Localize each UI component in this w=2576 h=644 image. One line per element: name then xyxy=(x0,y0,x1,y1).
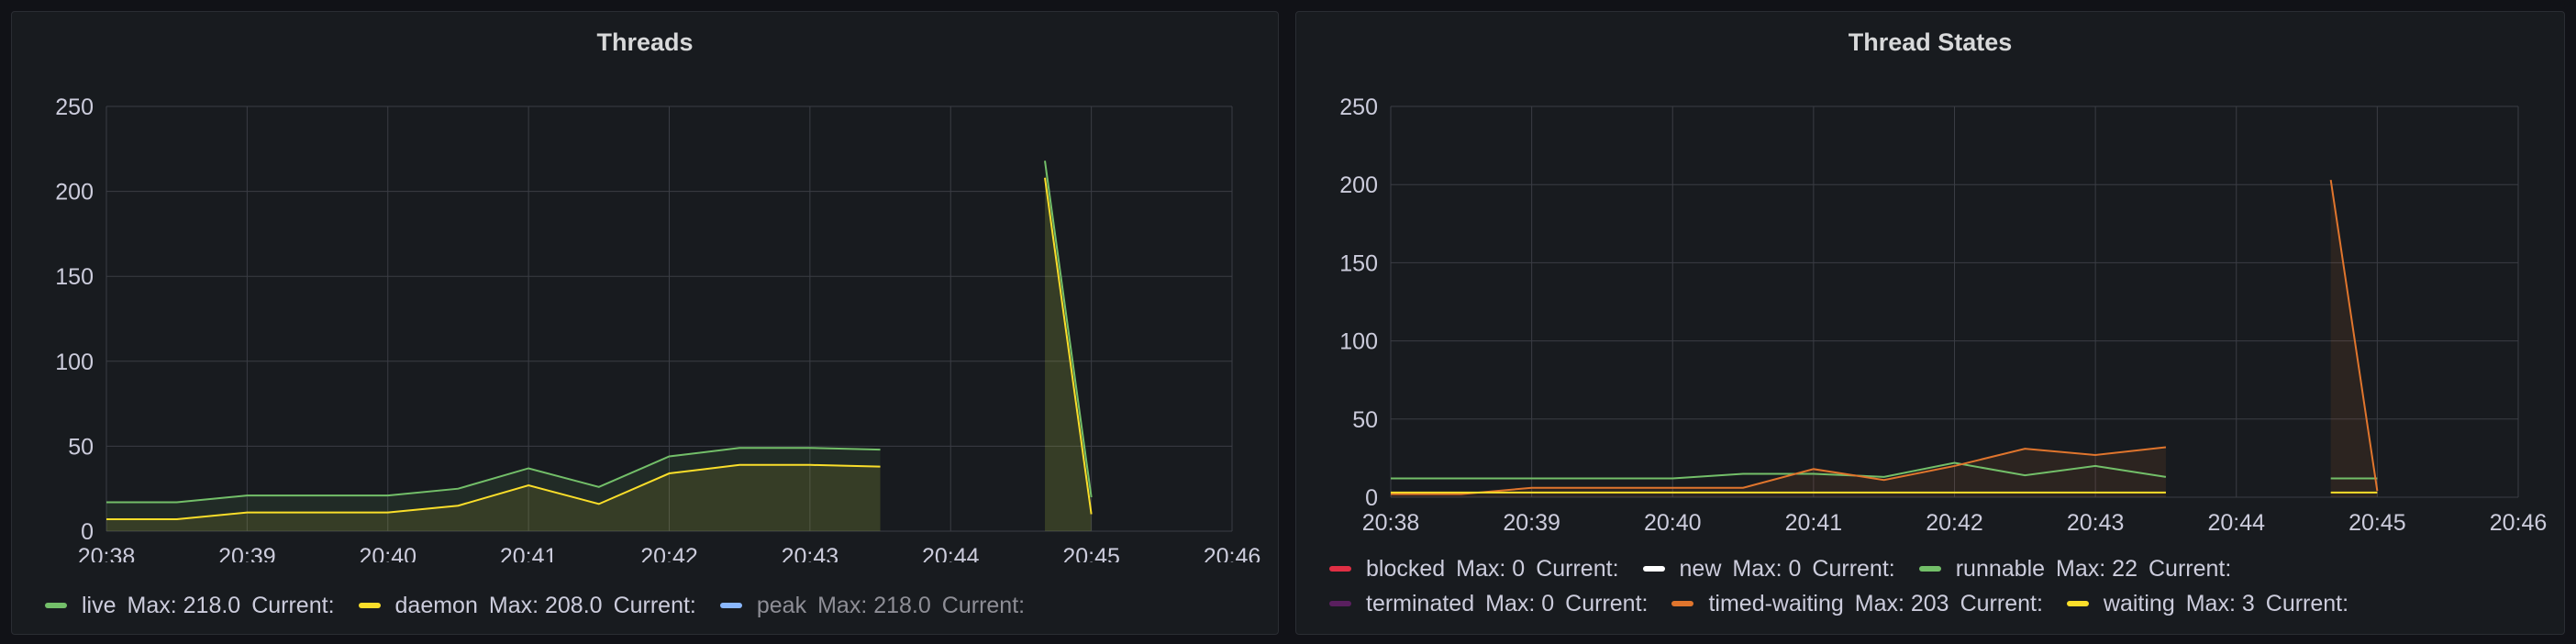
legend-swatch xyxy=(2066,601,2089,606)
legend-max: Max: 0 xyxy=(1456,556,1526,582)
legend-swatch xyxy=(1329,566,1351,572)
legend-swatch xyxy=(358,603,381,608)
legend-series-name: new xyxy=(1679,556,1722,582)
legend-swatch xyxy=(1671,601,1694,606)
threads-panel[interactable]: Threads 0 50 100 150 200 250 20:38 20:39 20:40 20… xyxy=(11,11,1279,635)
legend-current: Current: xyxy=(2265,591,2349,616)
legend-max: Max: 3 xyxy=(2185,591,2255,616)
y-tick-label: 100 xyxy=(55,350,94,375)
legend-current: Current: xyxy=(251,593,335,618)
legend-item-peak[interactable]: peak Max: 218.0 Current: xyxy=(719,588,1026,623)
legend-current: Current: xyxy=(1960,591,2043,616)
legend-max: Max: 0 xyxy=(1485,591,1555,616)
y-tick-label: 100 xyxy=(1339,329,1378,355)
x-tick-label: 20:41 xyxy=(500,544,558,562)
x-tick-label: 20:43 xyxy=(782,544,839,562)
legend-current: Current: xyxy=(2148,556,2232,582)
x-tick-label: 20:44 xyxy=(922,544,980,562)
legend-item-daemon[interactable]: daemon Max: 208.0 Current: xyxy=(358,588,696,623)
y-tick-label: 200 xyxy=(55,180,94,205)
legend-current: Current: xyxy=(1812,556,1895,582)
legend-item-new[interactable]: new Max: 0 Current: xyxy=(1642,551,1895,586)
y-tick-label: 50 xyxy=(68,434,94,460)
legend-item-blocked[interactable]: blocked Max: 0 Current: xyxy=(1329,551,1619,586)
x-tick-label: 20:46 xyxy=(1204,544,1261,562)
legend-series-name: peak xyxy=(756,593,807,618)
x-tick-label: 20:45 xyxy=(2348,510,2406,536)
threads-chart[interactable]: 0 50 100 150 200 250 20:38 20:39 20:40 20:41 20:42… xyxy=(12,12,1280,562)
legend-current: Current: xyxy=(941,593,1026,618)
x-tick-label: 20:45 xyxy=(1062,544,1120,562)
legend-swatch xyxy=(1642,566,1665,572)
x-tick-label: 20:42 xyxy=(640,544,698,562)
legend-max: Max: 0 xyxy=(1732,556,1802,582)
legend-max: Max: 208.0 xyxy=(488,593,603,618)
y-tick-label: 0 xyxy=(81,519,94,545)
x-tick-label: 20:38 xyxy=(1362,510,1420,536)
legend-swatch xyxy=(719,603,742,608)
legend-max: Max: 203 xyxy=(1854,591,1949,616)
y-tick-label: 150 xyxy=(55,264,94,290)
x-tick-label: 20:38 xyxy=(78,544,136,562)
legend-max: Max: 22 xyxy=(2056,556,2137,582)
legend-current: Current: xyxy=(613,593,696,618)
x-tick-label: 20:40 xyxy=(359,544,416,562)
legend-item-terminated[interactable]: terminated Max: 0 Current: xyxy=(1329,586,1648,621)
legend-swatch xyxy=(45,603,67,608)
legend-series-name: daemon xyxy=(394,593,478,618)
thread-states-chart[interactable]: 0 50 100 150 200 250 20:38 20:39 20:40 20:41 20:42… xyxy=(1296,12,2566,562)
legend-current: Current: xyxy=(1536,556,1619,582)
y-tick-label: 50 xyxy=(1352,407,1378,433)
legend-series-name: live xyxy=(82,593,117,618)
y-tick-label: 0 xyxy=(1365,485,1378,511)
legend-series-name: waiting xyxy=(2103,591,2175,616)
y-tick-label: 150 xyxy=(1339,250,1378,276)
chart-legend: live Max: 218.0 Current: daemon Max: 208… xyxy=(45,588,1260,623)
legend-item-runnable[interactable]: runnable Max: 22 Current: xyxy=(1918,551,2232,586)
x-tick-label: 20:42 xyxy=(1926,510,1983,536)
legend-max: Max: 218.0 xyxy=(817,593,931,618)
x-tick-label: 20:40 xyxy=(1644,510,1702,536)
legend-current: Current: xyxy=(1565,591,1649,616)
x-tick-label: 20:46 xyxy=(2490,510,2548,536)
legend-series-name: runnable xyxy=(1955,556,2046,582)
x-tick-label: 20:43 xyxy=(2067,510,2125,536)
y-tick-label: 250 xyxy=(1339,94,1378,120)
legend-item-waiting[interactable]: waiting Max: 3 Current: xyxy=(2066,586,2349,621)
legend-series-name: timed-waiting xyxy=(1708,591,1844,616)
legend-swatch xyxy=(1918,566,1941,572)
legend-max: Max: 218.0 xyxy=(127,593,241,618)
legend-item-timed-waiting[interactable]: timed-waiting Max: 203 Current: xyxy=(1671,586,2043,621)
x-tick-label: 20:41 xyxy=(1785,510,1843,536)
chart-legend: blocked Max: 0 Current: new Max: 0 Curre… xyxy=(1329,551,2546,621)
x-tick-label: 20:39 xyxy=(1503,510,1560,536)
legend-item-live[interactable]: live Max: 218.0 Current: xyxy=(45,588,335,623)
x-tick-label: 20:44 xyxy=(2207,510,2265,536)
x-tick-label: 20:39 xyxy=(218,544,276,562)
legend-swatch xyxy=(1329,601,1351,606)
y-tick-label: 250 xyxy=(55,94,94,120)
legend-series-name: blocked xyxy=(1366,556,1446,582)
thread-states-panel[interactable]: Thread States 0 50 100 150 200 250 20:38 20:39 2… xyxy=(1295,11,2565,635)
legend-series-name: terminated xyxy=(1366,591,1475,616)
y-tick-label: 200 xyxy=(1339,172,1378,198)
